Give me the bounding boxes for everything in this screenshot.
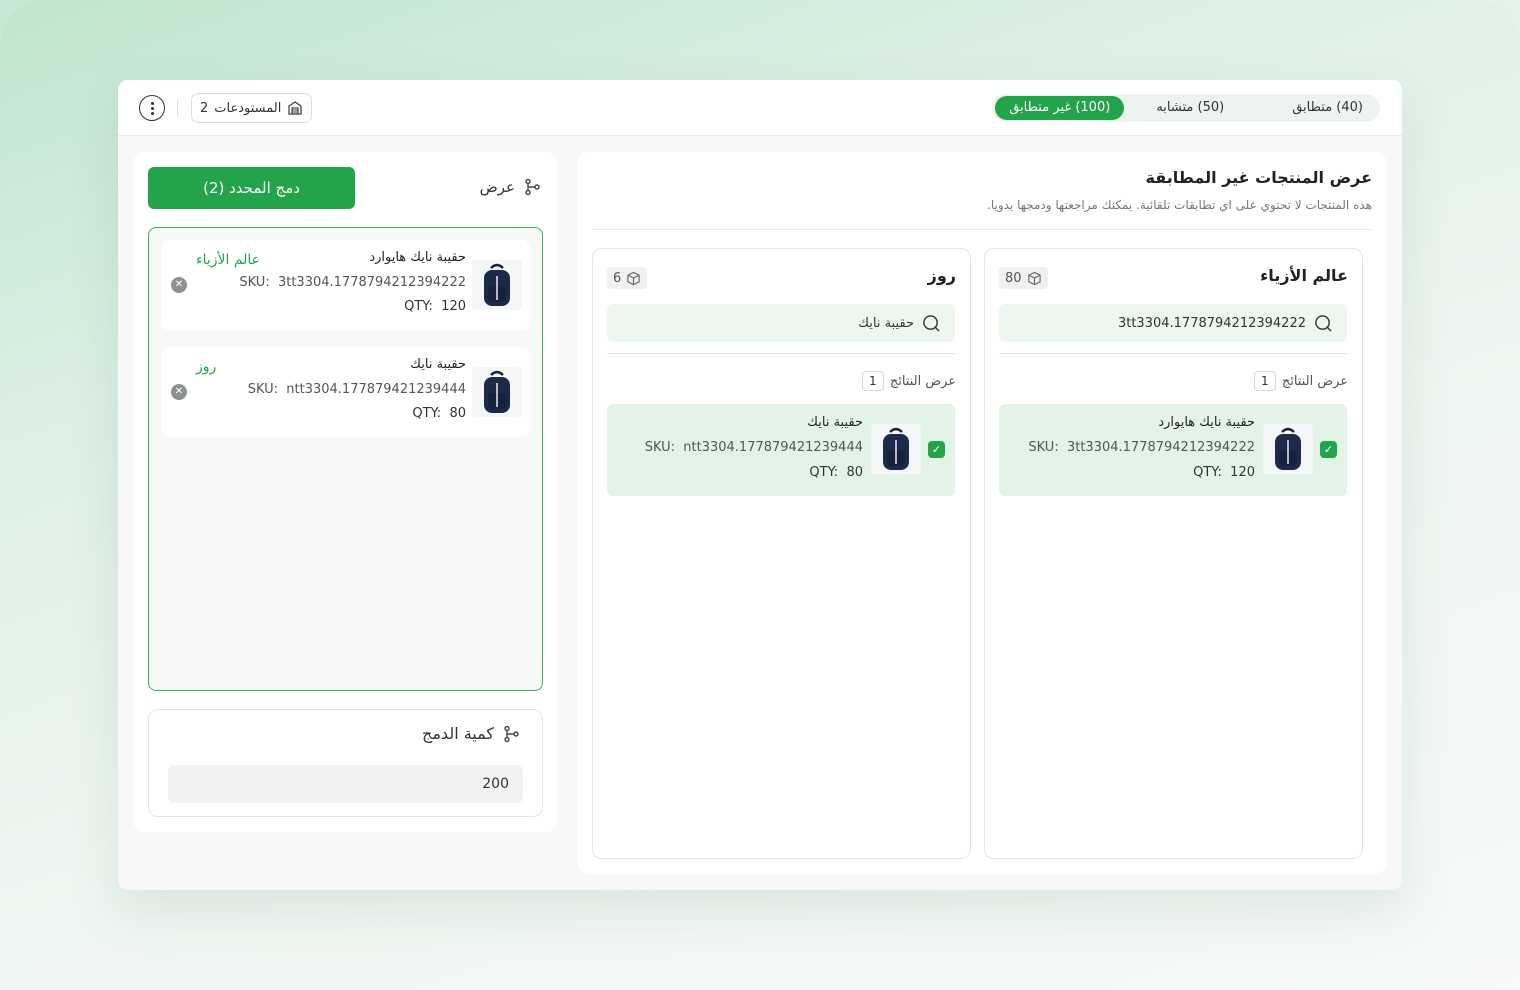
merge-quantity-title: كمية الدمج [422, 724, 494, 743]
results-count: 1 [1253, 371, 1276, 391]
checkbox-checked-icon[interactable]: ✓ [1320, 441, 1337, 458]
product-count-badge: 80 [999, 267, 1048, 289]
merge-quantity-section: كمية الدمج [148, 709, 543, 817]
warehouses-button[interactable]: 2 المستودعات [191, 93, 313, 123]
qty-label: QTY: [809, 465, 839, 480]
results-label: عرض النتائج [889, 373, 956, 389]
results-summary: عرض النتائج 1 [861, 371, 956, 391]
store-column: روز 6 حقيبة نايك عرض النتائج 1 ✓ حقيبة ن… [592, 248, 971, 859]
selection-panel: دمج المحدد (2) عرض حقيبة نايك هايوارد SK… [133, 152, 558, 832]
results-count: 1 [861, 371, 884, 391]
merge-icon [504, 725, 519, 742]
product-sku: SKU: 3tt3304.1778794212394222 [239, 275, 466, 290]
search-value: 3tt3304.1778794212394222 [1117, 315, 1306, 331]
product-name: حقيبة نايك هايوارد [369, 250, 466, 265]
selected-item: حقيبة نايك هايوارد SKU: 3tt3304.17787942… [161, 240, 530, 330]
sku-value: ntt3304.177879421239444 [286, 382, 466, 397]
qty-value: 120 [1230, 465, 1255, 480]
store-title: روز [927, 266, 956, 285]
view-label: عرض [479, 178, 515, 196]
product-name: حقيبة نايك [807, 415, 863, 430]
page-title: عرض المنتجات غير المطابقة [1145, 168, 1372, 187]
store-name: روز [196, 359, 217, 375]
more-options-button[interactable] [139, 95, 165, 121]
box-icon [1027, 271, 1041, 285]
qty-value: 80 [449, 406, 466, 421]
product-card[interactable]: ✓ حقيبة نايك SKU: ntt3304.17787942123944… [607, 404, 955, 496]
product-qty: QTY: 120 [1193, 465, 1255, 480]
sku-label: SKU: [247, 382, 279, 397]
sku-label: SKU: [644, 440, 676, 455]
warehouse-count: 2 [200, 100, 209, 116]
warehouses-label: المستودعات [214, 100, 282, 116]
results-label: عرض النتائج [1281, 373, 1348, 389]
backpack-thumbnail [472, 367, 522, 417]
store-column: عالم الأزياء 80 3tt3304.1778794212394222 [984, 248, 1363, 859]
page-subtitle: هذه المنتجات لا تحتوي على اي تطابقات تلق… [987, 198, 1372, 212]
remove-icon[interactable]: ✕ [171, 384, 187, 400]
backpack-thumbnail [871, 424, 921, 474]
product-name: حقيبة نايك هايوارد [1158, 415, 1255, 430]
merge-quantity-input[interactable] [168, 765, 523, 803]
qty-value: 120 [441, 299, 466, 314]
product-sku: SKU: ntt3304.177879421239444 [645, 440, 863, 455]
toolbar-separator [177, 99, 178, 117]
app-window: (40) متطابق (50) متشابه (100) غير متطابق… [118, 80, 1402, 890]
product-name: حقيبة نايك [410, 357, 466, 372]
background-frame: (40) متطابق (50) متشابه (100) غير متطابق… [0, 0, 1520, 990]
selected-products-list: حقيبة نايك هايوارد SKU: 3tt3304.17787942… [148, 227, 543, 691]
match-tabs: (40) متطابق (50) متشابه (100) غير متطابق [992, 94, 1380, 122]
backpack-thumbnail [1263, 424, 1313, 474]
divider [607, 353, 956, 354]
product-sku: SKU: 3tt3304.1778794212394222 [1028, 440, 1255, 455]
product-qty: QTY: 80 [809, 465, 863, 480]
top-bar: (40) متطابق (50) متشابه (100) غير متطابق… [118, 80, 1402, 136]
merge-quantity-header: كمية الدمج [422, 724, 520, 743]
sku-value: 3tt3304.1778794212394222 [277, 275, 466, 290]
tab-matched[interactable]: (40) متطابق [1278, 96, 1377, 120]
tab-similar[interactable]: (50) متشابه [1142, 96, 1238, 120]
sku-label: SKU: [239, 275, 270, 290]
results-summary: عرض النتائج 1 [1253, 371, 1348, 391]
backpack-thumbnail [472, 260, 522, 310]
merge-icon [525, 178, 540, 196]
product-qty: QTY: 80 [412, 406, 466, 421]
search-icon [1315, 314, 1332, 332]
remove-icon[interactable]: ✕ [171, 277, 187, 293]
more-vertical-icon [150, 101, 154, 116]
product-count-badge: 6 [607, 267, 648, 289]
qty-label: QTY: [412, 406, 442, 421]
sku-value: ntt3304.177879421239444 [683, 440, 863, 455]
qty-value: 80 [846, 465, 863, 480]
product-qty: QTY: 120 [404, 299, 466, 314]
search-icon [923, 314, 940, 332]
qty-label: QTY: [1193, 465, 1222, 480]
product-sku: SKU: ntt3304.177879421239444 [248, 382, 466, 397]
checkbox-checked-icon[interactable]: ✓ [928, 441, 945, 458]
divider [592, 229, 1372, 230]
selected-item: حقيبة نايك SKU: ntt3304.177879421239444 … [161, 347, 530, 437]
box-icon [627, 271, 640, 285]
tab-unmatched[interactable]: (100) غير متطابق [995, 96, 1125, 120]
product-card[interactable]: ✓ حقيبة نايك هايوارد SKU: 3tt3304.177879… [999, 404, 1347, 496]
qty-label: QTY: [404, 299, 433, 314]
search-input[interactable]: حقيبة نايك [607, 304, 955, 342]
product-count: 80 [1005, 270, 1022, 286]
search-value: حقيبة نايك [858, 315, 914, 331]
view-toggle[interactable]: عرض [480, 178, 541, 196]
store-title: عالم الأزياء [1260, 266, 1348, 285]
product-count: 6 [613, 270, 622, 286]
divider [999, 353, 1348, 354]
unmatched-products-panel: عرض المنتجات غير المطابقة هذه المنتجات ل… [577, 152, 1387, 874]
sku-label: SKU: [1028, 440, 1059, 455]
warehouse-icon [288, 101, 303, 115]
search-input[interactable]: 3tt3304.1778794212394222 [999, 304, 1347, 342]
sku-value: 3tt3304.1778794212394222 [1066, 440, 1255, 455]
store-name: عالم الأزياء [196, 252, 261, 268]
merge-selected-button[interactable]: دمج المحدد (2) [148, 167, 355, 209]
